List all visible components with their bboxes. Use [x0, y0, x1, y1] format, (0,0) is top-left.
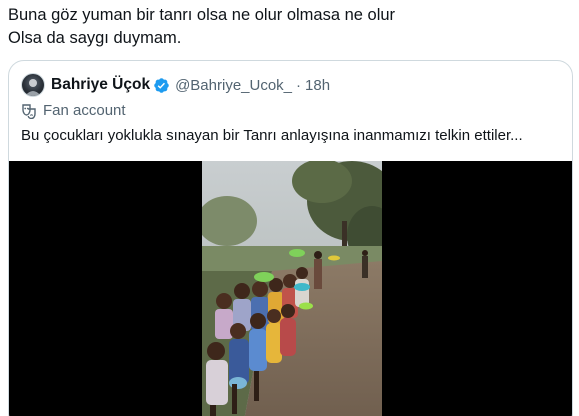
theater-mask-icon: [21, 103, 37, 119]
video-frame-illustration: [202, 161, 382, 416]
tweet-text: Buna göz yuman bir tanrı olsa ne olur ol…: [8, 4, 568, 50]
quoted-tweet-card[interactable]: Bahriye Üçok @Bahriye_Ucok_ · 18h Fan ac…: [8, 60, 573, 416]
fan-account-label: Fan account: [21, 102, 126, 119]
display-name[interactable]: Bahriye Üçok: [51, 76, 150, 94]
separator-dot: ·: [296, 76, 302, 94]
tweet-text-line-2: Olsa da saygı duymam.: [8, 29, 182, 47]
video-thumbnail[interactable]: [202, 161, 382, 416]
quoted-tweet-header: Bahriye Üçok @Bahriye_Ucok_ · 18h: [21, 72, 330, 98]
verified-badge-icon: [153, 77, 170, 94]
tweet-text-line-1: Buna göz yuman bir tanrı olsa ne olur ol…: [8, 6, 396, 24]
media-container[interactable]: [9, 161, 572, 416]
timestamp[interactable]: 18h: [305, 77, 330, 94]
avatar[interactable]: [21, 73, 45, 97]
fan-account-text: Fan account: [43, 102, 126, 119]
user-handle[interactable]: @Bahriye_Ucok_: [175, 77, 292, 94]
quoted-tweet-text: Bu çocukları yoklukla sınayan bir Tanrı …: [21, 127, 523, 144]
